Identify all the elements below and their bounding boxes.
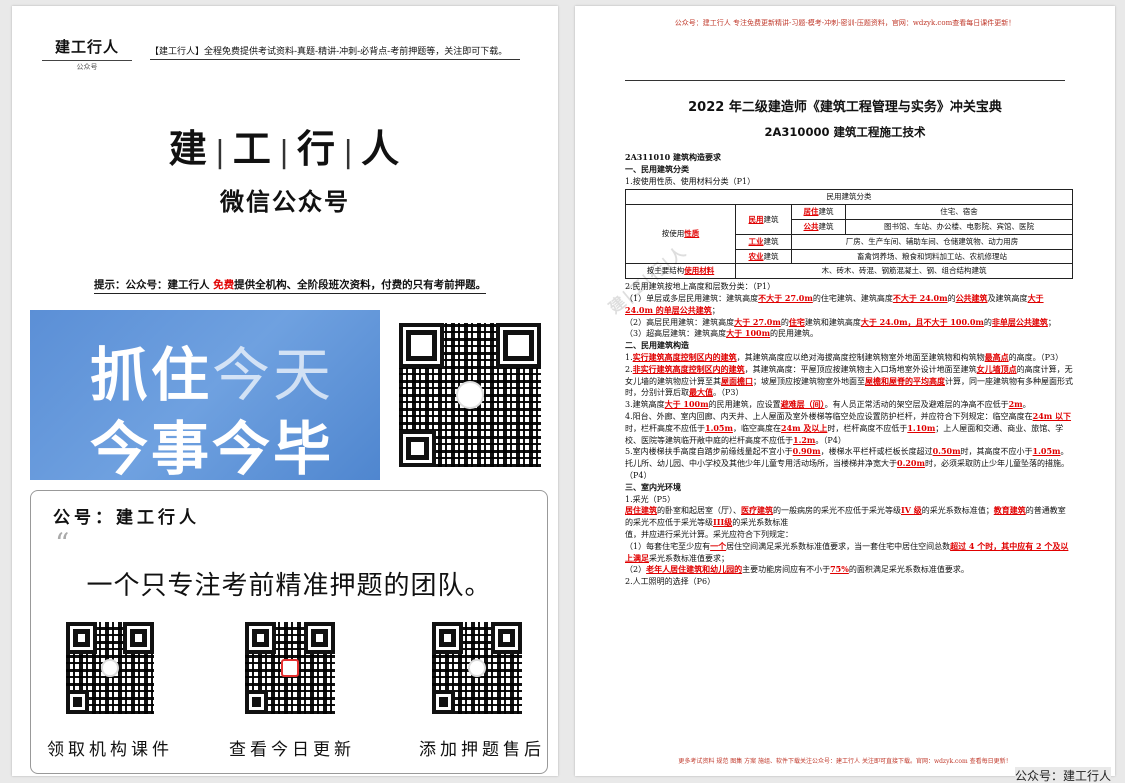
table-cell: 民用建筑 — [735, 204, 792, 235]
title-separator: | — [214, 135, 227, 170]
table-cell: 按主要结构使用材料 — [625, 263, 736, 280]
qr-code-updates[interactable] — [242, 619, 338, 717]
table-caption: 民用建筑分类 — [625, 189, 1073, 206]
table-cell: 畜禽饲养场、粮食和饲料加工站、农机修理站 — [791, 248, 1073, 265]
card-slogan: 一个只专注考前精准押题的团队。 — [86, 571, 492, 601]
banner-qr-code[interactable] — [396, 320, 544, 470]
document-body: 2A311010 建筑构造要求 一、民用建筑分类 1.按使用性质、使用材料分类（… — [625, 152, 1073, 588]
banner-line-1: 抓住今天 — [90, 328, 334, 412]
qr-label-courseware[interactable]: 领取机构课件 — [47, 735, 173, 760]
title-separator: | — [343, 135, 356, 170]
banner-light: 今天 — [212, 341, 335, 409]
paragraph: 值，并应进行采光计算。采光应符合下列规定： — [625, 529, 793, 539]
qr-code-after-sales[interactable] — [429, 619, 525, 717]
table-cell: 厂房、生产车间、辅助车间、仓储建筑物、动力用房 — [791, 233, 1073, 250]
header-rule — [625, 80, 1065, 81]
banner-qr-area — [380, 310, 546, 480]
paragraph: （1）单层或多层民用建筑：建筑高度不大于 27.0m的住宅建筑、建筑高度不大于 … — [625, 292, 1044, 315]
paragraph: 居住建筑的卧室和起居室（厅）、医疗建筑的一般病房的采光不应低于采光等级IV 级的… — [625, 505, 1066, 528]
table-cell: 图书馆、车站、办公楼、电影院、宾馆、医院 — [845, 218, 1073, 235]
table-cell: 木、砖木、砖混、钢筋混凝土、钢、组合结构建筑 — [735, 263, 1073, 280]
table-cell: 工业建筑 — [735, 233, 792, 250]
right-header: 公众号：建工行人 专注免费更新精讲-习题-模考-冲刺-密训-压题资料，官网：wd… — [674, 19, 1016, 27]
section-heading: 三、室内光环境 — [625, 481, 681, 492]
paragraph: 1.按使用性质、使用材料分类（P1） — [625, 176, 756, 186]
paragraph: 4.阳台、外廊、室内回廊、内天井、上人屋面及室外楼梯等临空处应设置防护栏杆，并应… — [625, 410, 1072, 445]
document-subtitle: 2A310000 建筑工程施工技术 — [764, 125, 926, 139]
paragraph: 5.室内楼梯扶手高度自踏步前缘线量起不宜小于0.90m，楼梯水平栏杆或栏板长度超… — [625, 446, 1069, 480]
logo-text: 建工行人 — [54, 38, 119, 56]
paragraph: 2.民用建筑按地上高度和层数分类：（P1） — [625, 282, 776, 292]
hint-suffix: 提供全机构、全阶段班次资料，付费的只有考前押题。 — [234, 279, 487, 291]
table-cell: 农业建筑 — [735, 248, 792, 265]
right-page: 公众号：建工行人 专注免费更新精讲-习题-模考-冲刺-密训-压题资料，官网：wd… — [575, 6, 1115, 776]
section-heading: 二、民用建筑构造 — [625, 340, 689, 351]
qr-label-updates[interactable]: 查看今日更新 — [229, 735, 355, 760]
title-separator: | — [278, 135, 292, 170]
logo-subtext: 公众号 — [76, 63, 98, 71]
paragraph: （2）老年人居住建筑和幼儿园的主要功能房间应有不小于75%的面积满足采光系数标准… — [625, 564, 969, 575]
corner-watermark: 公众号：建工行人 — [1014, 767, 1111, 783]
banner-line-2: 今事今毕 — [90, 415, 335, 480]
big-title: 建 | 工 | 行 | 人 — [12, 118, 558, 173]
table-cell: 住宅、宿舍 — [845, 204, 1073, 220]
qr-check-icon — [281, 658, 299, 678]
qr-code-courseware[interactable] — [63, 619, 157, 717]
paragraph: 2.人工照明的选择（P6） — [625, 577, 716, 587]
section-code: 2A311010 建筑构造要求 — [625, 152, 721, 162]
paragraph: 3.建筑高度大于 100m的民用建筑，应设置避难层（间）。有人员正常活动的架空层… — [625, 399, 1031, 410]
big-title-char: 人 — [361, 127, 402, 171]
quote-mark-icon: “ — [55, 527, 70, 560]
brand-logo: 建工行人 公众号 — [42, 36, 132, 72]
qr-label-after-sales[interactable]: 添加押题售后 — [419, 735, 545, 760]
table-cell: 公共建筑 — [791, 218, 846, 235]
paragraph: （3）超高层建筑：建筑高度大于 100m的民用建筑。 — [625, 328, 819, 339]
paragraph: 2.非实行建筑高度控制区内的建筑，其建筑高度：平屋顶应按建筑物主入口场地室外设计… — [625, 363, 1073, 398]
paragraph: （2）高层民用建筑：建筑高度大于 27.0m的住宅建筑和建筑高度大于 24.0m… — [625, 316, 1056, 327]
promo-card: 公号：建工行人 “ 一个只专注考前精准押题的团队。 领取机构课件 查看今日更新 … — [30, 490, 548, 774]
paragraph: 1.采光（P5） — [625, 494, 676, 504]
big-title-char: 建 — [168, 127, 209, 171]
left-header-text: 【建工行人】全程免费提供考试资料-真题-精讲-冲刺-必背点-考前押题等，关注即可… — [150, 44, 520, 60]
logo-rule — [42, 60, 132, 61]
document-title: 2022 年二级建造师《建筑工程管理与实务》冲关宝典 — [688, 100, 1002, 115]
paragraph: （1）每套住宅至少应有一个居住空间满足采光系数标准值要求，当一套住宅中居住空间总… — [625, 540, 1069, 563]
paragraph: 1.实行建筑高度控制区内的建筑，其建筑高度应以绝对海拔高度控制建筑物室外地面至建… — [625, 351, 1064, 362]
big-title-char: 行 — [297, 127, 338, 171]
hint-line: 提示：公众号：建工行人 免费提供全机构、全阶段班次资料，付费的只有考前押题。 — [94, 277, 487, 294]
slogan-banner: 抓住今天 今事今毕 — [30, 310, 380, 480]
hint-prefix: 提示：公众号：建工行人 — [94, 279, 214, 291]
qr-avatar-icon — [455, 380, 485, 410]
section-heading: 一、民用建筑分类 — [625, 163, 689, 174]
hint-free: 免费 — [213, 279, 235, 291]
classification-table: 民用建筑分类 按使用性质 民用建筑 居住建筑 住宅、宿舍 公共建筑 图书馆、车站… — [625, 189, 1073, 280]
wechat-title: 微信公众号 — [220, 188, 350, 216]
card-account: 公号：建工行人 — [53, 508, 200, 528]
qr-avatar-icon — [101, 658, 119, 678]
qr-avatar-icon — [468, 658, 486, 678]
table-cell: 按使用性质 — [625, 204, 736, 265]
banner-bold: 抓住 — [90, 341, 213, 409]
right-footer: 更多考试资料 规范 图集 方案 施组、软件下载关注公众号：建工行人 关注即可直接… — [678, 758, 1012, 765]
big-title-char: 工 — [232, 127, 273, 171]
left-page: 建工行人 公众号 【建工行人】全程免费提供考试资料-真题-精讲-冲刺-必背点-考… — [12, 6, 558, 776]
table-cell: 居住建筑 — [791, 204, 846, 220]
